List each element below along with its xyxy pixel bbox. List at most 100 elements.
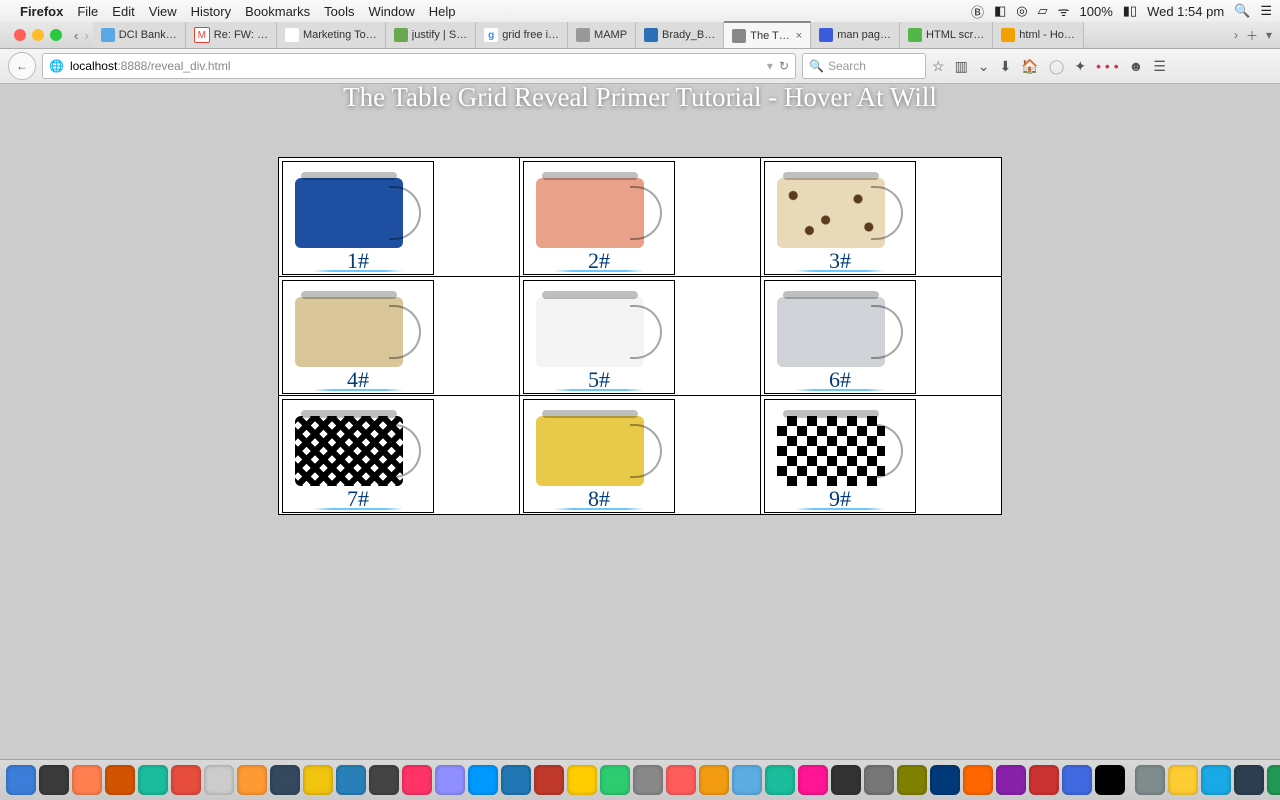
dock-app-icon[interactable] [1201,765,1231,795]
menu-help[interactable]: Help [429,4,456,19]
dock-app-icon[interactable] [930,765,960,795]
dock-app-icon[interactable] [1062,765,1092,795]
extension-icon[interactable]: ☻ [1129,58,1144,74]
dock-app-icon[interactable] [1029,765,1059,795]
spotlight-icon[interactable]: 🔍 [1234,3,1250,19]
dock-app-icon[interactable] [270,765,300,795]
reload-button[interactable]: ↻ [779,59,789,73]
dock-app-icon[interactable] [1135,765,1165,795]
grid-cell[interactable]: 8# [520,396,761,515]
menu-tools[interactable]: Tools [324,4,354,19]
pocket-icon[interactable]: ⌄ [978,58,990,75]
home-button[interactable]: 🏠 [1021,58,1038,75]
close-tab-icon[interactable]: × [796,30,802,42]
dock-app-icon[interactable] [600,765,630,795]
close-window-button[interactable] [14,29,26,41]
dock-app-icon[interactable] [864,765,894,795]
dock-app-icon[interactable] [138,765,168,795]
dock-app-icon[interactable] [336,765,366,795]
menu-history[interactable]: History [191,4,231,19]
bookmark-star-icon[interactable]: ☆ [932,58,945,75]
dock-app-icon[interactable] [501,765,531,795]
dock-app-icon[interactable] [204,765,234,795]
menu-bookmarks[interactable]: Bookmarks [245,4,310,19]
browser-tab[interactable]: Marketing To… [277,22,386,48]
browser-tab[interactable]: man pag… [811,22,900,48]
menu-window[interactable]: Window [369,4,415,19]
dock-app-icon[interactable] [567,765,597,795]
browser-tab[interactable]: justify | S… [386,22,476,48]
dock-app-icon[interactable] [1095,765,1125,795]
grid-cell[interactable]: 7# [279,396,520,515]
browser-tab[interactable]: MAMP [568,22,636,48]
grid-cell[interactable]: 6# [761,277,1002,396]
dock-app-icon[interactable] [963,765,993,795]
app-name[interactable]: Firefox [20,4,63,19]
menu-edit[interactable]: Edit [112,4,134,19]
dock-app-icon[interactable] [72,765,102,795]
tab-nav-back-icon[interactable]: ‹ [72,28,80,43]
airplay-icon[interactable]: ▱ [1038,3,1048,19]
grid-cell[interactable]: 1# [279,158,520,277]
browser-tab[interactable]: ggrid free i… [476,22,568,48]
dock-app-icon[interactable] [996,765,1026,795]
dock-app-icon[interactable] [369,765,399,795]
extension-icon[interactable]: • • • [1096,58,1118,74]
dock-app-icon[interactable] [237,765,267,795]
dock-app-icon[interactable] [435,765,465,795]
url-bar[interactable]: 🌐 localhost:8888/reveal_div.html ▾ ↻ [42,53,796,79]
hamburger-menu-icon[interactable]: ☰ [1153,58,1166,75]
site-identity-icon[interactable]: 🌐 [49,59,64,73]
minimize-window-button[interactable] [32,29,44,41]
dock-app-icon[interactable] [468,765,498,795]
status-icon[interactable]: ◎ [1016,3,1027,19]
grid-cell[interactable]: 4# [279,277,520,396]
menu-view[interactable]: View [149,4,177,19]
dock-app-icon[interactable] [105,765,135,795]
wifi-icon[interactable]: ᯤ [1058,2,1070,20]
grid-cell[interactable]: 2# [520,158,761,277]
browser-tab[interactable]: Brady_B… [636,22,724,48]
dock-app-icon[interactable] [732,765,762,795]
dock-app-icon[interactable] [39,765,69,795]
tab-nav-fwd-icon[interactable]: › [82,28,90,43]
back-button[interactable]: ← [8,52,36,80]
dock-app-icon[interactable] [1267,765,1280,795]
dock-app-icon[interactable] [666,765,696,795]
grid-cell[interactable]: 5# [520,277,761,396]
dropdown-icon[interactable]: ▾ [767,59,773,73]
browser-tab[interactable]: The T…× [724,21,811,48]
new-tab-button[interactable]: ＋ [1246,27,1258,44]
downloads-icon[interactable]: ⬇ [1000,58,1012,75]
dock-app-icon[interactable] [402,765,432,795]
grid-cell[interactable]: 9# [761,396,1002,515]
dock-app-icon[interactable] [633,765,663,795]
battery-icon[interactable]: ▮▯ [1123,3,1137,19]
reader-view-icon[interactable]: ▥ [955,58,968,75]
dock-app-icon[interactable] [6,765,36,795]
browser-tab[interactable]: HTML scr… [900,22,993,48]
dock-app-icon[interactable] [765,765,795,795]
extension-icon[interactable]: ✦ [1074,58,1086,75]
grid-cell[interactable]: 3# [761,158,1002,277]
dock-app-icon[interactable] [798,765,828,795]
browser-tab[interactable]: DCI Bank… [93,22,186,48]
status-icon[interactable]: Ⓑ [971,2,984,21]
menu-file[interactable]: File [77,4,98,19]
dock-app-icon[interactable] [303,765,333,795]
dock-app-icon[interactable] [699,765,729,795]
extension-icon[interactable]: ◯ [1049,58,1065,75]
zoom-window-button[interactable] [50,29,62,41]
browser-tab[interactable]: html - Ho… [993,22,1084,48]
dock-app-icon[interactable] [171,765,201,795]
browser-tab[interactable]: MRe: FW: … [186,22,277,48]
dock-app-icon[interactable] [831,765,861,795]
all-tabs-icon[interactable]: ▾ [1266,28,1272,42]
status-icon[interactable]: ◧ [994,3,1006,19]
dock-app-icon[interactable] [534,765,564,795]
tab-overflow-icon[interactable]: › [1234,28,1238,42]
notifications-icon[interactable]: ☰ [1260,3,1272,19]
dock-app-icon[interactable] [1234,765,1264,795]
dock-app-icon[interactable] [1168,765,1198,795]
search-bar[interactable]: 🔍 Search [802,53,926,79]
